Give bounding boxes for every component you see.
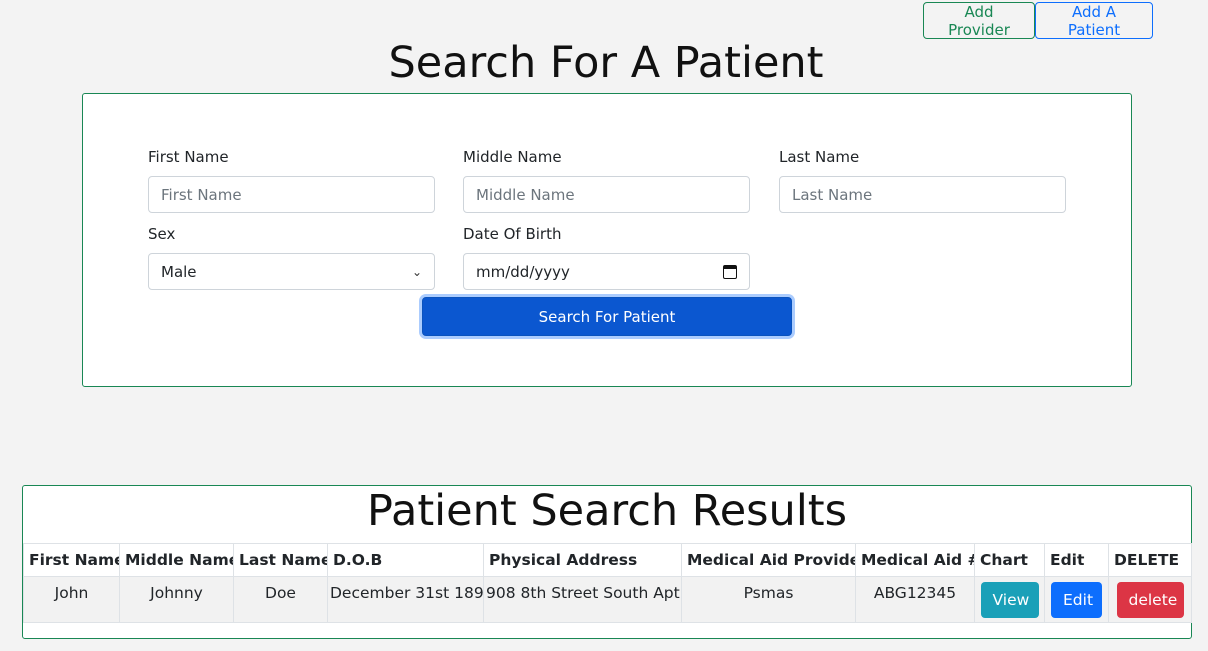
middle-name-label: Middle Name <box>463 148 562 166</box>
column-header: Chart <box>974 543 1045 577</box>
sex-group: Sex Male ⌄ <box>148 224 435 290</box>
edit-button[interactable]: Edit <box>1051 582 1102 618</box>
delete-button[interactable]: delete <box>1116 582 1184 618</box>
header-actions: Add Provider Add A Patient <box>923 2 1153 39</box>
middle-name-input[interactable] <box>463 176 750 213</box>
cell-last-name: Doe <box>233 576 328 623</box>
cell-dob: December 31st 1899 <box>327 576 484 623</box>
cell-edit: Edit <box>1044 576 1109 623</box>
last-name-input[interactable] <box>779 176 1066 213</box>
results-title: Patient Search Results <box>366 486 848 536</box>
cell-delete: delete <box>1108 576 1192 623</box>
column-header: Physical Address <box>483 543 682 577</box>
chevron-down-icon: ⌄ <box>411 264 422 279</box>
calendar-icon[interactable] <box>723 264 737 279</box>
add-patient-button[interactable]: Add A Patient <box>1035 2 1153 39</box>
first-name-group: First Name <box>148 147 435 213</box>
dob-input[interactable]: mm/dd/yyyy <box>463 253 750 290</box>
column-header: Last Name <box>233 543 328 577</box>
sex-select[interactable]: Male ⌄ <box>148 253 435 290</box>
search-form: First Name Middle Name Last Name Sex Mal… <box>82 93 1132 387</box>
table-header-row: First Name Middle Name Last Name D.O.B P… <box>23 543 1192 577</box>
cell-medical-aid-number: ABG12345 <box>855 576 975 623</box>
column-header: Medical Aid # <box>855 543 975 577</box>
first-name-label: First Name <box>148 148 229 166</box>
column-header: DELETE <box>1108 543 1192 577</box>
search-for-patient-button[interactable]: Search For Patient <box>422 297 792 336</box>
sex-label: Sex <box>148 225 176 243</box>
dob-group: Date Of Birth mm/dd/yyyy <box>463 224 750 290</box>
dob-placeholder: mm/dd/yyyy <box>476 262 570 281</box>
middle-name-group: Middle Name <box>463 147 750 213</box>
last-name-label: Last Name <box>779 148 860 166</box>
add-provider-button[interactable]: Add Provider <box>923 2 1035 39</box>
sex-select-value: Male <box>161 262 197 281</box>
view-chart-button[interactable]: View <box>980 582 1039 618</box>
cell-medical-aid-provider: Psmas <box>681 576 856 623</box>
column-header: Medical Aid Provider <box>681 543 856 577</box>
column-header: D.O.B <box>327 543 484 577</box>
cell-chart: View <box>974 576 1045 623</box>
last-name-group: Last Name <box>779 147 1066 213</box>
table-row: John Johnny Doe December 31st 1899 908 8… <box>23 576 1192 623</box>
column-header: Middle Name <box>119 543 234 577</box>
results-panel: Patient Search Results First Name Middle… <box>22 485 1192 639</box>
first-name-input[interactable] <box>148 176 435 213</box>
results-table: First Name Middle Name Last Name D.O.B P… <box>23 543 1192 623</box>
column-header: First Name <box>23 543 120 577</box>
cell-address: 908 8th Street South Apt 9 <box>483 576 682 623</box>
dob-label: Date Of Birth <box>463 225 562 243</box>
column-header: Edit <box>1044 543 1109 577</box>
page-title: Search For A Patient <box>388 38 824 88</box>
cell-middle-name: Johnny <box>119 576 234 623</box>
cell-first-name: John <box>23 576 120 623</box>
